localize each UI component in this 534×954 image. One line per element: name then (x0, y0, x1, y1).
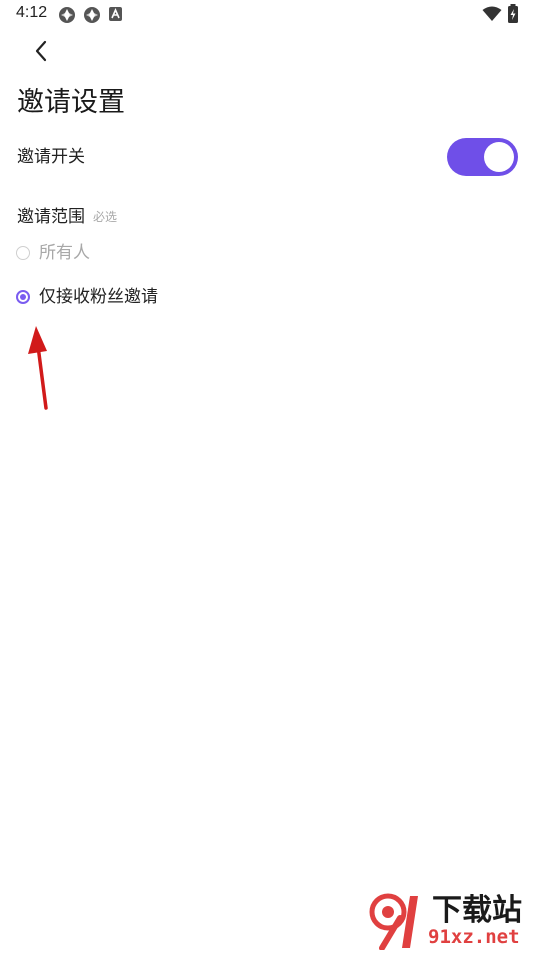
toggle-knob (484, 142, 514, 172)
required-tag: 必选 (93, 210, 118, 224)
app-notification-icon (84, 7, 100, 23)
radio-unselected-icon (16, 246, 30, 260)
battery-charging-icon (508, 4, 518, 23)
radio-label-fans-only: 仅接收粉丝邀请 (39, 287, 158, 307)
page-title: 邀请设置 (17, 87, 125, 118)
status-time: 4:12 (16, 4, 48, 21)
wifi-icon (482, 6, 502, 21)
watermark-domain: 91xz.net (428, 926, 520, 948)
chevron-left-icon (35, 40, 47, 62)
status-bar: 4:12 (0, 0, 534, 28)
radio-option-everyone[interactable]: 所有人 (16, 241, 90, 265)
invite-switch-toggle[interactable] (447, 138, 518, 176)
invite-switch-label: 邀请开关 (17, 147, 85, 167)
red-arrow-annotation (28, 326, 48, 410)
text-notification-icon (109, 7, 122, 21)
watermark-brand: 下载站 (432, 893, 522, 928)
radio-option-fans-only[interactable]: 仅接收粉丝邀请 (16, 285, 158, 309)
invite-scope-label: 邀请范围 (17, 207, 85, 227)
app-notification-icon (59, 7, 75, 23)
back-button[interactable] (26, 36, 56, 66)
radio-selected-icon (16, 290, 30, 304)
watermark: 下载站 91xz.net (362, 890, 534, 951)
radio-label-everyone: 所有人 (39, 243, 90, 263)
